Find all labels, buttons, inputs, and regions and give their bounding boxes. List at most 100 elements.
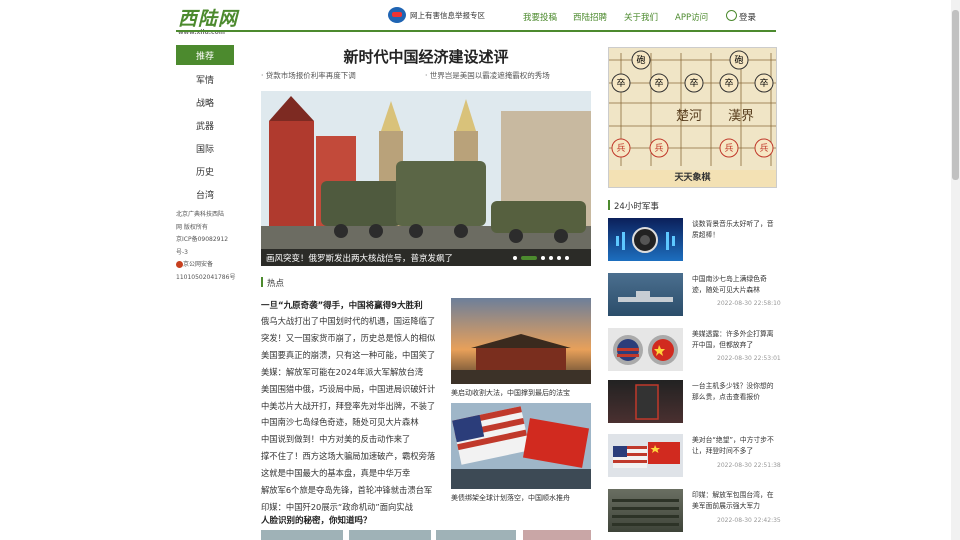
sub-link-us-bully[interactable]: · 世界岂是美国以霸凌遮掩霸权的秀场 bbox=[425, 70, 550, 81]
chess-piece: 兵 bbox=[724, 142, 733, 154]
chess-piece: 兵 bbox=[616, 142, 625, 154]
list-item[interactable]: 俄乌大战打出了中国划时代的机遇，国运降临了 bbox=[261, 313, 446, 330]
page-scrollbar[interactable] bbox=[951, 0, 960, 540]
sidebar-item-military-news[interactable]: 军情 bbox=[176, 73, 234, 86]
thumb-caption[interactable]: 美债绑架全球计划落空，中国顺水推舟 bbox=[451, 493, 570, 503]
list-item[interactable]: 这就是中国最大的基本盘，真是中华万幸 bbox=[261, 465, 446, 482]
chess-piece: 卒 bbox=[724, 77, 733, 89]
soldiers-parade-image bbox=[612, 499, 679, 526]
news-thumb[interactable] bbox=[608, 328, 683, 371]
news-title[interactable]: 美对台“绝望”，中方寸步不让，拜登时间不多了 bbox=[692, 435, 776, 457]
page-headline[interactable]: 新时代中国经济建设述评 bbox=[261, 46, 591, 67]
sidebar-item-strategy[interactable]: 战略 bbox=[176, 96, 234, 109]
list-item[interactable]: 中国说到做到！中方对美的反击动作来了 bbox=[261, 431, 446, 448]
thumb-tiananmen[interactable] bbox=[451, 298, 591, 384]
list-item[interactable]: 中国南沙七岛绿色奇迹，随处可见大片森林 bbox=[261, 414, 446, 431]
chess-piece: 卒 bbox=[616, 77, 625, 89]
news-date: 2022-08-30 22:53:01 bbox=[717, 355, 781, 362]
list-item[interactable]: 美媒：解放军可能在2024年派大军解放台湾 bbox=[261, 364, 446, 381]
speaker-icon bbox=[616, 227, 675, 253]
nav-submit[interactable]: 我要投稿 bbox=[523, 11, 557, 23]
list-item[interactable]: 美国围猎中俄，巧设局中局，中国进局识破奸计 bbox=[261, 381, 446, 398]
river-text-left: 楚河 bbox=[676, 109, 702, 124]
military-24h-title: 24小时军事 bbox=[614, 202, 659, 212]
report-badge-icon bbox=[388, 7, 406, 23]
sidebar-item-taiwan[interactable]: 台湾 bbox=[176, 188, 234, 201]
list-item[interactable]: 美国要真正的崩溃，只有这一种可能，中国笑了 bbox=[261, 347, 446, 364]
news-thumb[interactable] bbox=[608, 434, 683, 477]
us-china-flags-image bbox=[613, 442, 680, 468]
police-badge-icon bbox=[176, 261, 183, 268]
chess-piece: 兵 bbox=[654, 142, 663, 154]
thumb-flags[interactable] bbox=[451, 403, 591, 489]
report-harmful-info-link[interactable]: 网上有害信息举报专区 bbox=[388, 7, 485, 23]
list-item[interactable]: 突发！又一国家货币崩了，历史总是惊人的相似 bbox=[261, 330, 446, 347]
hot-section-title: 热点 bbox=[267, 279, 285, 289]
sidebar-item-weapons[interactable]: 武器 bbox=[176, 119, 234, 132]
login-link[interactable]: 登录 bbox=[739, 11, 756, 23]
sub-link-lpr[interactable]: · 贷款市场报价利率再度下调 bbox=[261, 70, 356, 81]
river-text-right: 漢界 bbox=[728, 109, 754, 124]
hero-parade-illustration bbox=[261, 91, 591, 266]
chess-ad-label: 天天象棋 bbox=[609, 170, 776, 187]
gallery-thumb[interactable] bbox=[523, 530, 591, 540]
carousel-dot[interactable] bbox=[557, 256, 561, 260]
icp-link[interactable]: 京ICP备09082912 bbox=[176, 234, 236, 247]
chess-piece: 卒 bbox=[654, 77, 663, 89]
news-title[interactable]: 印媒：解放军包围台湾，在美军面前展示强大军力 bbox=[692, 490, 776, 512]
us-china-gears-image bbox=[613, 335, 678, 365]
carousel-dot[interactable] bbox=[513, 256, 517, 260]
sidebar-item-international[interactable]: 国际 bbox=[176, 142, 234, 155]
news-date: 2022-08-30 22:58:10 bbox=[717, 300, 781, 307]
chess-piece: 卒 bbox=[689, 77, 698, 89]
hot-lead-headline[interactable]: 一旦“九原奇袭”得手，中国将赢得9大胜利 bbox=[261, 299, 423, 311]
carousel-dot-active[interactable] bbox=[521, 256, 537, 260]
list-item[interactable]: 撑不住了！西方这场大骗局加速破产，霸权旁落 bbox=[261, 448, 446, 465]
warship-image bbox=[618, 291, 673, 302]
police-record-link[interactable]: 京公网安备 bbox=[183, 261, 213, 268]
news-date: 2022-08-30 22:51:38 bbox=[717, 462, 781, 469]
nav-app[interactable]: APP访问 bbox=[675, 11, 708, 23]
hot-news-list: 俄乌大战打出了中国划时代的机遇，国运降临了 突发！又一国家货币崩了，历史总是惊人… bbox=[261, 313, 446, 516]
thumb-caption[interactable]: 美启动收割大法，中国撑到最后的法宝 bbox=[451, 388, 570, 398]
hero-image[interactable] bbox=[261, 91, 591, 266]
carousel-dot[interactable] bbox=[549, 256, 553, 260]
nav-jobs[interactable]: 西陆招聘 bbox=[573, 11, 607, 23]
news-thumb[interactable] bbox=[608, 380, 683, 423]
gallery-thumb[interactable] bbox=[261, 530, 343, 540]
news-title[interactable]: 谈数背景音乐太好听了，音质超棒！ bbox=[692, 219, 776, 241]
scrollbar-thumb[interactable] bbox=[952, 10, 959, 180]
gallery-thumb[interactable] bbox=[349, 530, 431, 540]
chessboard-illustration: 楚河 漢界 砲 卒 卒 卒 卒 卒 兵 兵 兵 兵 砲 bbox=[609, 50, 776, 166]
carousel-dots[interactable] bbox=[513, 256, 569, 260]
copyright-info: 北京广典科技西陆 网 版权所有 京ICP备09082912 号-3 京公网安备 … bbox=[176, 211, 236, 281]
section-marker bbox=[261, 277, 263, 287]
chess-ad[interactable]: 楚河 漢界 砲 卒 卒 卒 卒 卒 兵 兵 兵 兵 砲 天天象棋 bbox=[608, 47, 777, 188]
sidebar-item-history[interactable]: 历史 bbox=[176, 165, 234, 178]
nav-about[interactable]: 关于我们 bbox=[624, 11, 658, 23]
sidebar-item-recommend[interactable]: 推荐 bbox=[176, 45, 234, 65]
news-thumb[interactable] bbox=[608, 273, 683, 316]
news-thumb[interactable] bbox=[608, 218, 683, 261]
hero-caption-bar[interactable]: 画风突变！俄罗斯发出两大核战信号，普京发飙了 bbox=[261, 249, 591, 266]
face-recognition-headline[interactable]: 人脸识别的秘密，你知道吗？ bbox=[261, 514, 372, 526]
news-title[interactable]: 中国南沙七岛上满绿色奇迹，随处可见大片森林 bbox=[692, 274, 776, 296]
list-item[interactable]: 中美芯片大战开打，拜登率先对华出牌，不装了 bbox=[261, 398, 446, 415]
hero-caption: 画风突变！俄罗斯发出两大核战信号，普京发飙了 bbox=[266, 254, 454, 264]
chess-piece: 卒 bbox=[759, 77, 768, 89]
news-thumb[interactable] bbox=[608, 489, 683, 532]
chess-piece: 砲 bbox=[636, 54, 645, 66]
user-icon[interactable] bbox=[726, 10, 737, 21]
gallery-thumb[interactable] bbox=[436, 530, 516, 540]
chess-piece: 砲 bbox=[734, 54, 743, 66]
carousel-dot[interactable] bbox=[541, 256, 545, 260]
news-date: 2022-08-30 22:42:35 bbox=[717, 517, 781, 524]
chess-piece: 兵 bbox=[759, 142, 768, 154]
section-marker bbox=[608, 200, 610, 210]
computer-case-image bbox=[635, 384, 659, 420]
list-item[interactable]: 解放军6个旅是夺岛先锋，首轮冲锋就击溃台军 bbox=[261, 482, 446, 499]
carousel-dot[interactable] bbox=[565, 256, 569, 260]
header-divider bbox=[176, 30, 776, 32]
news-title[interactable]: 美媒透露：许多外企打算离开中国，但都放弃了 bbox=[692, 329, 776, 351]
news-title[interactable]: 一台主机多少钱？没你想的那么贵，点击查看报价 bbox=[692, 381, 776, 403]
